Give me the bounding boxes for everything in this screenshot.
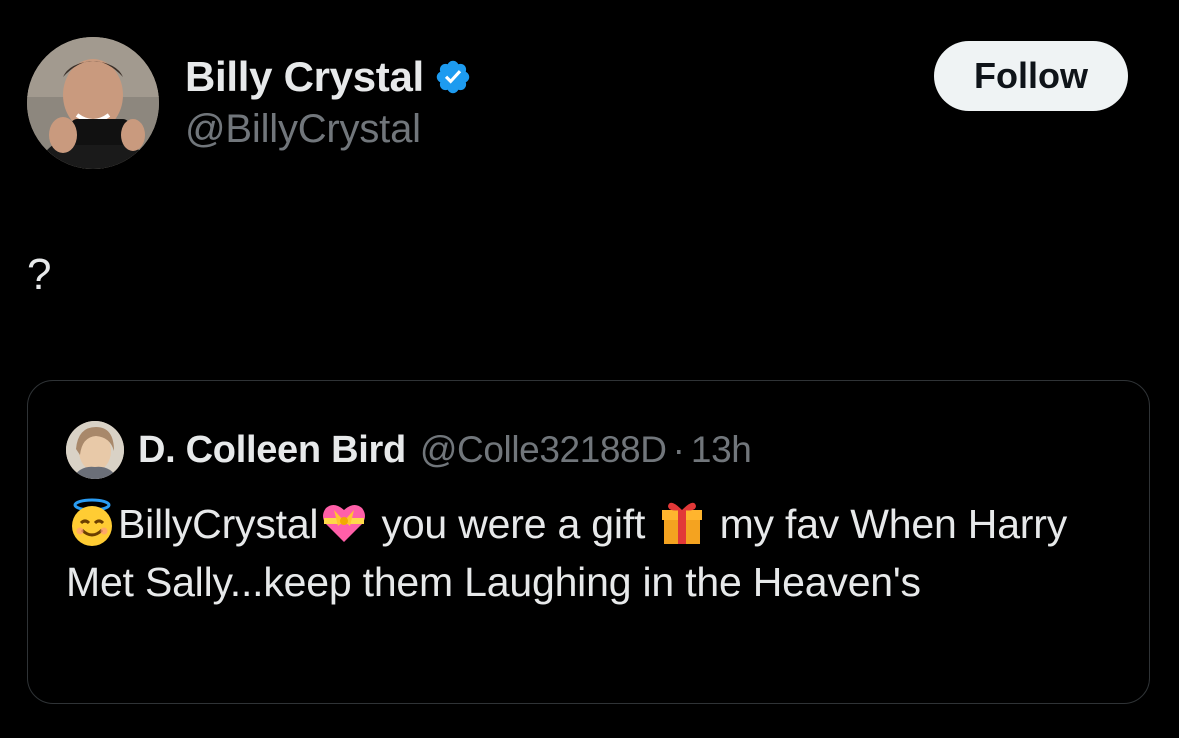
author-names: Billy Crystal @BillyCrystal bbox=[185, 51, 472, 152]
author-display-name[interactable]: Billy Crystal bbox=[185, 53, 424, 101]
mention-billycrystal: BillyCrystal bbox=[118, 501, 319, 547]
verified-badge-icon bbox=[434, 58, 472, 96]
quoted-avatar-photo bbox=[66, 421, 124, 479]
author-handle[interactable]: @BillyCrystal bbox=[185, 107, 472, 152]
quoted-author-avatar[interactable] bbox=[66, 421, 124, 479]
quoted-post-card[interactable]: D. Colleen Bird @Colle32188D · 13h Billy… bbox=[27, 380, 1150, 704]
author-avatar[interactable] bbox=[27, 37, 159, 169]
quoted-text-part-2: you were a gift bbox=[370, 501, 657, 547]
follow-button[interactable]: Follow bbox=[934, 41, 1128, 111]
quoted-post-header: D. Colleen Bird @Colle32188D · 13h bbox=[66, 421, 752, 479]
quoted-author-display-name[interactable]: D. Colleen Bird bbox=[138, 429, 406, 472]
quoted-post-timestamp[interactable]: 13h bbox=[691, 429, 752, 471]
meta-separator: · bbox=[672, 429, 685, 470]
post-header: Billy Crystal @BillyCrystal Follow bbox=[27, 37, 1128, 171]
heart-with-ribbon-icon bbox=[318, 496, 370, 548]
post-text: ? bbox=[27, 250, 52, 299]
avatar-photo bbox=[27, 37, 159, 169]
wrapped-gift-icon bbox=[656, 496, 708, 548]
quoted-post-body: BillyCrystal you were a gift my fav When… bbox=[66, 495, 1116, 611]
quoted-author-handle[interactable]: @Colle32188D bbox=[420, 429, 667, 471]
smiling-face-with-halo-icon bbox=[66, 496, 118, 548]
